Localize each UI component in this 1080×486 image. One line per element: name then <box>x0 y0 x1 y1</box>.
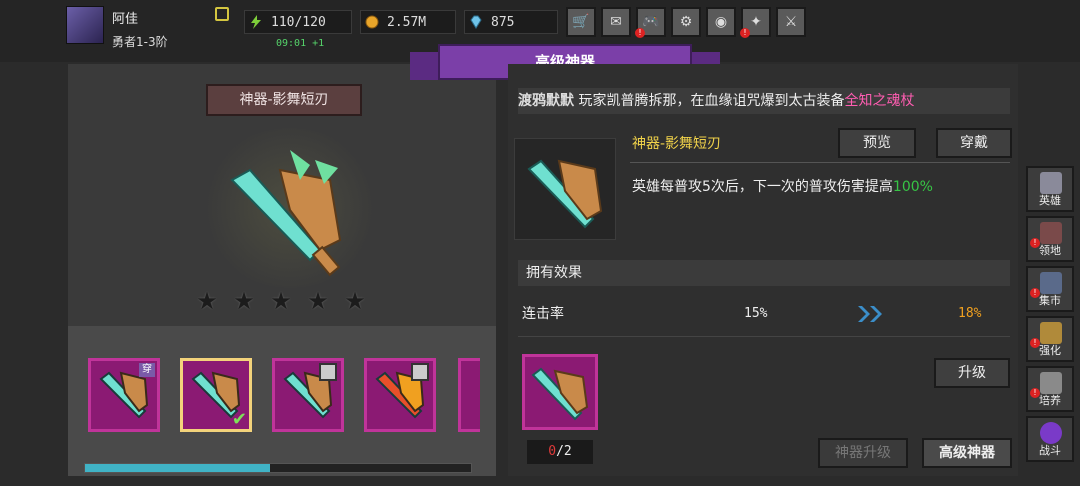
star-icon: ★ <box>270 287 292 315</box>
effect-current: 15% <box>744 306 768 321</box>
dagger-relic-icon <box>230 150 342 277</box>
relic-slot-3[interactable] <box>272 358 344 432</box>
effects-header: 拥有效果 <box>518 260 1010 286</box>
side-nav-trophy[interactable]: 培养! <box>1026 366 1074 412</box>
energy-value: 110/120 <box>271 15 326 30</box>
player-name: 阿佳 <box>112 12 139 27</box>
gem-value: 875 <box>491 15 515 30</box>
relic-slot-2[interactable]: ✔ <box>180 358 252 432</box>
emblem-icon <box>1040 322 1062 344</box>
portal-icon <box>1040 422 1062 444</box>
upgrade-count: 0/2 <box>527 440 593 464</box>
marquee-highlight: 全知之魂杖 <box>844 93 915 109</box>
magic-wand-icon[interactable]: ✦! <box>740 7 771 38</box>
description-text: 英雄每普攻5次后，下一次的普攻伤害提高 <box>632 179 893 195</box>
check-icon: ✔ <box>231 409 247 430</box>
gold-value: 2.57M <box>387 15 427 30</box>
lock-icon <box>319 363 337 381</box>
wheel-icon[interactable]: ◉ <box>706 7 736 37</box>
coin-icon <box>365 15 379 29</box>
crossed-swords-icon[interactable]: ⚔ <box>776 7 806 37</box>
scrollbar-thumb[interactable] <box>85 464 271 472</box>
side-nav-market[interactable]: 集市! <box>1026 266 1074 312</box>
upgrade-button[interactable]: 升级 <box>934 358 1010 388</box>
gem-icon <box>470 15 482 29</box>
gold-counter: 2.57M <box>360 10 456 34</box>
alert-badge: ! <box>635 28 645 38</box>
star-icon: ★ <box>307 287 329 315</box>
side-nav-emblem[interactable]: 强化! <box>1026 316 1074 362</box>
star-rating: ★ ★ ★ ★ ★ <box>196 287 376 315</box>
ribbon-left <box>410 52 440 80</box>
market-icon <box>1040 272 1062 294</box>
equipped-tag: 穿 <box>139 363 155 377</box>
relic-upgrade-button[interactable]: 神器升级 <box>818 438 908 468</box>
energy-timer: 09:01 +1 <box>276 38 325 49</box>
gem-counter: 875 <box>464 10 558 34</box>
dagger-relic-icon <box>531 367 589 421</box>
side-nav-label: 战斗 <box>1039 444 1061 457</box>
relic-slot-4[interactable] <box>364 358 436 432</box>
relic-slot-partial[interactable] <box>458 358 480 432</box>
divider <box>518 336 1010 337</box>
relic-name-banner: 神器-影舞短刃 <box>206 84 362 116</box>
effect-label: 连击率 <box>522 306 564 322</box>
effect-row: 连击率 15% 18% <box>518 300 1010 328</box>
side-nav-label: 英雄 <box>1039 194 1061 207</box>
gamepad-icon[interactable]: 🎮! <box>635 7 666 38</box>
avatar[interactable] <box>66 6 104 44</box>
marquee-text: 玩家凯普腾拆那，在血缘诅咒爆到太古装备 <box>578 93 845 109</box>
player-rank: 勇者1-3阶 <box>112 35 168 49</box>
trophy-icon <box>1040 372 1062 394</box>
alert-badge: ! <box>740 28 750 38</box>
castle-icon <box>1040 222 1062 244</box>
description-value: 100% <box>892 179 933 195</box>
mail-icon[interactable]: ✉ <box>601 7 631 37</box>
advanced-relic-button[interactable]: 高级神器 <box>922 438 1012 468</box>
relic-slot-1[interactable]: 穿 <box>88 358 160 432</box>
marquee-sender: 渡鸦默默 <box>518 93 574 109</box>
relic-portrait <box>514 138 616 240</box>
relic-description: 英雄每普攻5次后，下一次的普攻伤害提高100% <box>632 176 933 196</box>
double-arrow-icon <box>858 306 882 322</box>
shop-cart-icon[interactable]: 🛒 <box>566 7 596 37</box>
announcement-marquee: 渡鸦默默 玩家凯普腾拆那，在血缘诅咒爆到太古装备全知之魂杖 <box>518 88 1010 114</box>
star-icon: ★ <box>233 287 255 315</box>
relic-name: 神器-影舞短刃 <box>632 136 722 152</box>
helmet-icon <box>1040 172 1062 194</box>
preview-button[interactable]: 预览 <box>838 128 916 158</box>
alert-badge: ! <box>1030 338 1040 348</box>
energy-counter: 110/120 <box>244 10 352 34</box>
edit-icon[interactable] <box>215 7 229 21</box>
alert-badge: ! <box>1030 288 1040 298</box>
count-total: /2 <box>556 444 572 459</box>
effects-header-label: 拥有效果 <box>526 265 582 281</box>
side-nav-portal[interactable]: 战斗 <box>1026 416 1074 462</box>
star-icon: ★ <box>344 287 366 315</box>
lightning-icon <box>251 15 261 29</box>
equip-button[interactable]: 穿戴 <box>936 128 1012 158</box>
effect-next: 18% <box>958 306 982 321</box>
side-nav-castle[interactable]: 领地! <box>1026 216 1074 262</box>
gear-icon[interactable]: ⚙ <box>671 7 701 37</box>
count-current: 0 <box>548 444 557 459</box>
divider <box>630 162 1010 163</box>
lock-icon <box>411 363 429 381</box>
upgrade-material-slot[interactable] <box>522 354 598 430</box>
alert-badge: ! <box>1030 238 1040 248</box>
alert-badge: ! <box>1030 388 1040 398</box>
inventory-scrollbar[interactable] <box>84 463 472 473</box>
side-nav-helmet[interactable]: 英雄 <box>1026 166 1074 212</box>
star-icon: ★ <box>196 287 218 315</box>
dagger-relic-icon <box>527 159 603 229</box>
